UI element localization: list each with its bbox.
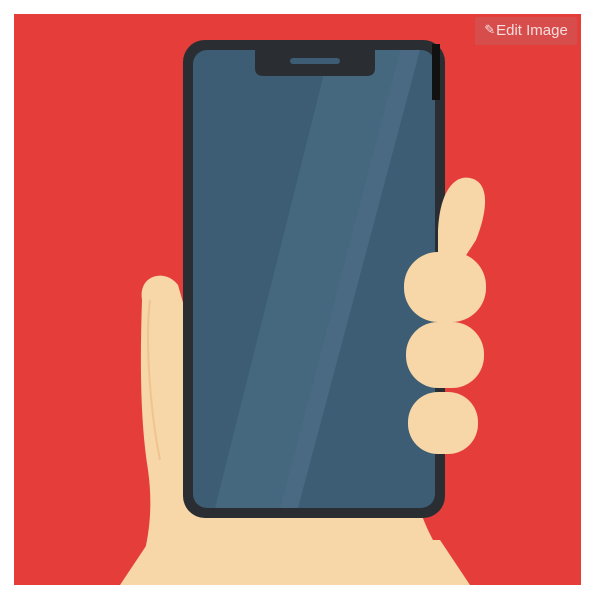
edge-artifact <box>432 44 440 100</box>
finger-1 <box>404 252 486 322</box>
phone-speaker <box>290 58 340 64</box>
finger-2 <box>406 322 484 388</box>
wrist <box>120 540 470 585</box>
image-viewer: ✎Edit Image <box>0 0 590 598</box>
edit-image-label: Edit Image <box>496 22 568 39</box>
phone-in-hand-illustration <box>14 14 581 585</box>
pencil-icon: ✎ <box>484 22 496 37</box>
edit-image-button[interactable]: ✎Edit Image <box>475 17 577 45</box>
finger-3 <box>408 392 478 454</box>
